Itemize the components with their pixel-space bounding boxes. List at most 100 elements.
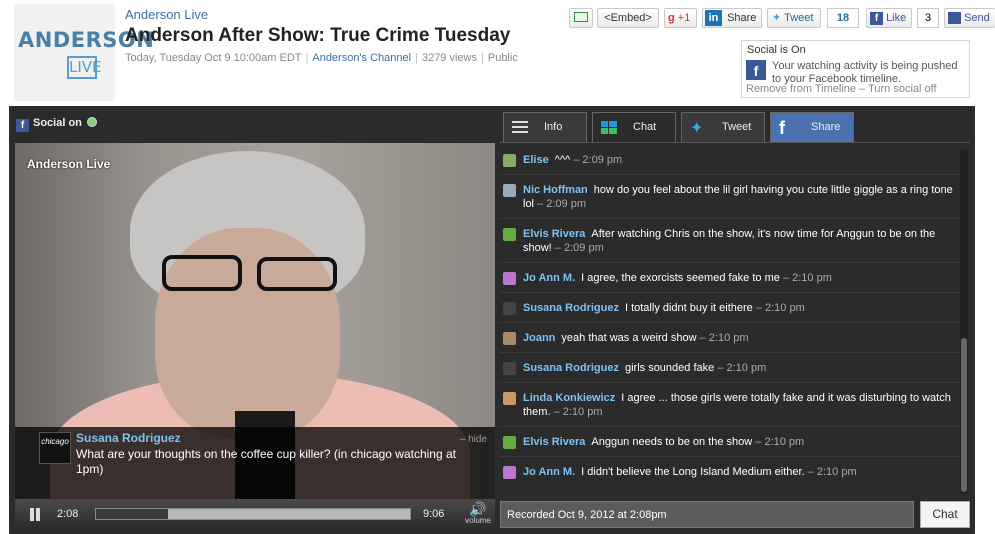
user-avatar[interactable] xyxy=(503,466,516,479)
video-brand-label: Anderson Live xyxy=(27,157,111,171)
chat-username[interactable]: Nic Hoffman xyxy=(523,184,588,196)
chat-time: – 2:10 pm xyxy=(717,362,767,374)
chat-username[interactable]: Elvis Rivera xyxy=(523,228,585,240)
linkedin-icon: in xyxy=(705,10,722,27)
google-icon: g xyxy=(668,12,675,25)
channel-name-link[interactable]: Anderson Live xyxy=(125,7,208,22)
user-avatar[interactable] xyxy=(503,272,516,285)
tab-chat-label: Chat xyxy=(633,121,657,133)
facebook-like-button[interactable]: f Like xyxy=(866,8,912,28)
overlay-message: What are your thoughts on the coffee cup… xyxy=(76,447,456,476)
logo-text-bottom: LIVE xyxy=(67,56,102,79)
tab-tweet[interactable]: ✦ Tweet xyxy=(681,112,765,142)
chat-text: I agree, the exorcists seemed fake to me xyxy=(581,272,780,284)
tab-chat[interactable]: Chat xyxy=(592,112,676,142)
send-icon xyxy=(948,12,961,25)
twitter-icon: ✦ xyxy=(690,120,704,137)
chat-message: Susana Rodriguez I totally didnt buy it e… xyxy=(499,301,959,323)
user-avatar[interactable] xyxy=(503,392,516,405)
chat-username[interactable]: Jo Ann M. xyxy=(523,466,575,478)
pause-button[interactable] xyxy=(29,508,41,521)
user-avatar[interactable] xyxy=(503,184,516,197)
chat-text: I totally didnt buy it eithere xyxy=(624,302,753,314)
page: ANDERSON LIVE Anderson Live Anderson Aft… xyxy=(0,0,995,534)
remove-from-timeline-link[interactable]: Remove from Timeline xyxy=(746,83,856,95)
view-count: 3279 views xyxy=(421,52,477,64)
chat-message: Elvis Rivera After watching Chris on the … xyxy=(499,227,959,263)
send-button[interactable]: Send xyxy=(944,8,995,28)
facebook-icon: f xyxy=(746,60,766,80)
broadcast-date: Today, Tuesday Oct 9 10:00am EDT xyxy=(125,52,302,64)
like-count: 3 xyxy=(917,8,939,28)
scrollbar-thumb[interactable] xyxy=(961,338,967,492)
chat-username[interactable]: Elvis Rivera xyxy=(523,436,585,448)
recorded-status: Recorded Oct 9, 2012 at 2:08pm xyxy=(500,501,914,528)
video-person-glasses xyxy=(162,255,342,293)
pause-icon xyxy=(30,508,34,521)
social-on-label: Social on xyxy=(33,117,82,129)
chat-text: girls sounded fake xyxy=(624,362,715,374)
chat-username[interactable]: Elise xyxy=(523,154,549,166)
chat-list: Elise ^^^ – 2:09 pm Nic Hoffman how do you… xyxy=(499,142,970,496)
chat-message: Nic Hoffman how do you feel about the lil… xyxy=(499,183,959,219)
tab-share[interactable]: f Share xyxy=(770,112,854,142)
user-avatar[interactable] xyxy=(503,228,516,241)
embed-button[interactable]: <Embed> xyxy=(597,8,659,28)
linkedin-share-label: Share xyxy=(727,12,757,24)
chat-message: Elvis Rivera Anggun needs to be on the sh… xyxy=(499,435,959,457)
linkedin-share-button[interactable]: in Share xyxy=(702,8,762,28)
facebook-icon: f xyxy=(779,118,785,138)
social-on-toggle[interactable]: f Social on xyxy=(16,117,97,132)
tab-share-label: Share xyxy=(811,121,841,133)
seek-bar[interactable] xyxy=(95,508,411,520)
overlay-avatar: chicago xyxy=(39,432,71,464)
chat-username[interactable]: Susana Rodriguez xyxy=(523,302,619,314)
channel-link[interactable]: Anderson's Channel xyxy=(312,52,411,64)
twitter-bird-icon: ✦ xyxy=(772,12,782,25)
volume-button[interactable]: 🔊 volume xyxy=(461,502,495,525)
anderson-live-logo[interactable]: ANDERSON LIVE xyxy=(14,4,155,101)
chat-message: Susana Rodriguez girls sounded fake – 2:1… xyxy=(499,361,959,383)
chat-time: – 2:10 pm xyxy=(782,272,832,284)
turn-social-off-link[interactable]: Turn social off xyxy=(868,83,936,95)
chat-scrollbar[interactable] xyxy=(960,150,968,494)
list-icon-middle xyxy=(512,126,528,128)
chat-message: Linda Konkiewicz I agree ... those girls … xyxy=(499,391,959,427)
send-label: Send xyxy=(964,12,990,24)
tweet-button[interactable]: ✦ Tweet xyxy=(767,8,821,28)
overlay-hide-link[interactable]: – hide xyxy=(460,434,487,445)
tab-info-label: Info xyxy=(544,121,563,133)
chat-button[interactable]: Chat xyxy=(920,501,970,528)
chat-text: yeah that was a weird show xyxy=(561,332,697,344)
chat-username[interactable]: Susana Rodriguez xyxy=(523,362,619,374)
tab-info[interactable]: Info xyxy=(503,112,587,142)
tweet-count: 18 xyxy=(827,8,859,28)
like-label: Like xyxy=(886,12,907,24)
separator: – xyxy=(859,83,869,95)
chat-time: – 2:10 pm xyxy=(699,332,749,344)
tab-tweet-label: Tweet xyxy=(722,121,752,133)
chat-username[interactable]: Joann xyxy=(523,332,555,344)
chat-time: – 2:10 pm xyxy=(807,466,857,478)
chat-text: I didn't believe the Long Island Medium … xyxy=(581,466,805,478)
chat-time: – 2:09 pm xyxy=(537,198,586,210)
chat-message: Jo Ann M. I didn't believe the Long Islan… xyxy=(499,465,959,487)
facebook-mini-icon: f xyxy=(16,119,29,132)
email-button[interactable] xyxy=(569,8,593,28)
windows-icon xyxy=(601,121,617,135)
google-plus-button[interactable]: g +1 xyxy=(664,8,697,28)
logo-text-top: ANDERSON xyxy=(18,28,155,52)
user-avatar[interactable] xyxy=(503,362,516,375)
user-avatar[interactable] xyxy=(503,436,516,449)
chat-username[interactable]: Linda Konkiewicz xyxy=(523,392,615,404)
facebook-f-icon: f xyxy=(870,11,883,25)
chat-username[interactable]: Jo Ann M. xyxy=(523,272,575,284)
duration: 9:06 xyxy=(423,508,445,520)
overlay-username[interactable]: Susana Rodriguez xyxy=(76,431,181,445)
video-meta: Today, Tuesday Oct 9 10:00am EDT | Anderso… xyxy=(125,52,518,64)
user-avatar[interactable] xyxy=(503,332,516,345)
video-player[interactable]: Anderson Live chicago Susana Rodriguez W… xyxy=(15,143,495,499)
user-avatar[interactable] xyxy=(503,154,516,167)
user-avatar[interactable] xyxy=(503,302,516,315)
volume-label: volume xyxy=(465,516,491,525)
